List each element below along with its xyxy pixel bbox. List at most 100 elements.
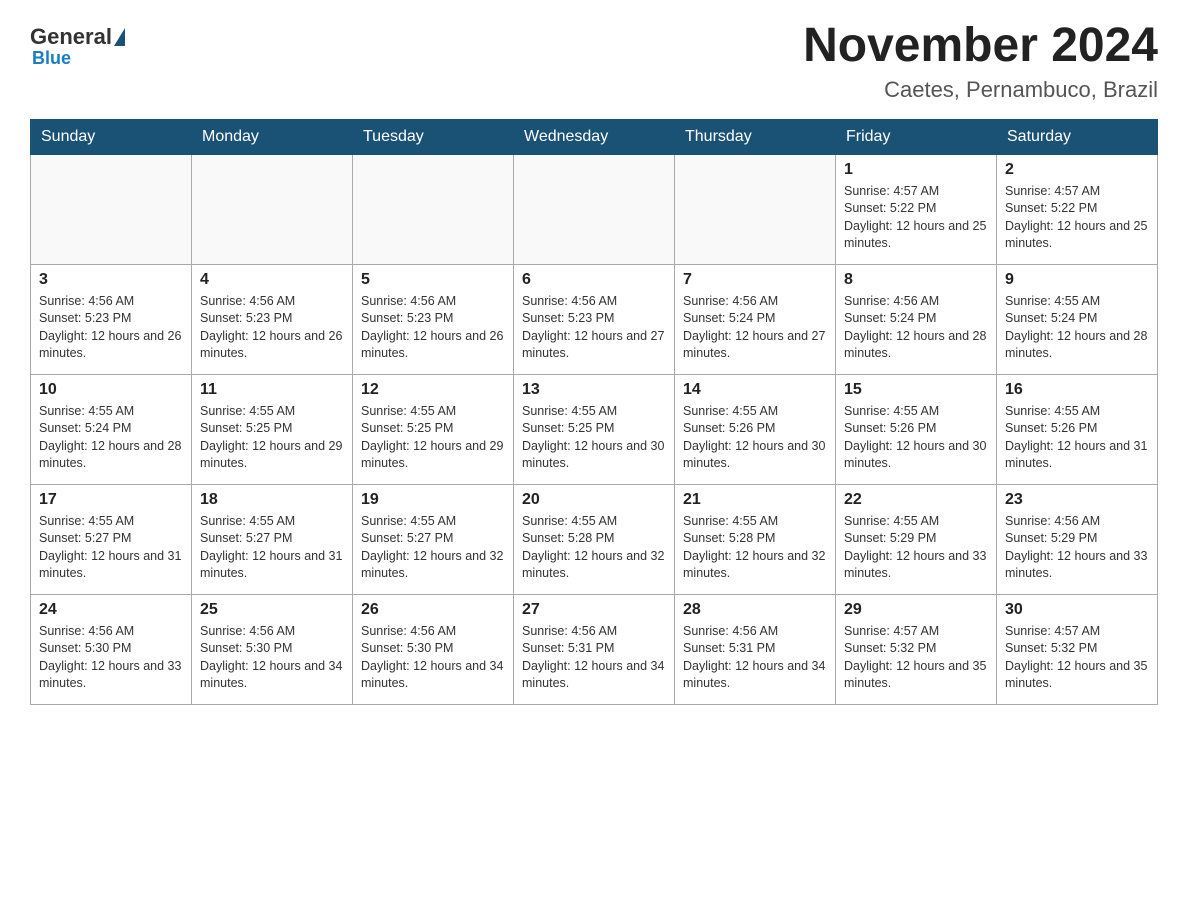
day-info: Sunrise: 4:56 AMSunset: 5:23 PMDaylight:…	[200, 293, 344, 363]
day-number: 22	[844, 491, 988, 509]
calendar-week-row: 24 Sunrise: 4:56 AMSunset: 5:30 PMDayligh…	[31, 594, 1158, 704]
day-info: Sunrise: 4:55 AMSunset: 5:27 PMDaylight:…	[361, 513, 505, 583]
day-info: Sunrise: 4:57 AMSunset: 5:22 PMDaylight:…	[844, 183, 988, 253]
calendar-day-header: Sunday	[31, 119, 192, 154]
day-number: 14	[683, 381, 827, 399]
day-info: Sunrise: 4:55 AMSunset: 5:27 PMDaylight:…	[200, 513, 344, 583]
day-info: Sunrise: 4:55 AMSunset: 5:26 PMDaylight:…	[683, 403, 827, 473]
calendar-day-cell	[675, 154, 836, 264]
page-header: General Blue November 2024 Caetes, Perna…	[30, 20, 1158, 103]
day-number: 17	[39, 491, 183, 509]
calendar-day-cell: 14 Sunrise: 4:55 AMSunset: 5:26 PMDayligh…	[675, 374, 836, 484]
calendar-day-cell: 2 Sunrise: 4:57 AMSunset: 5:22 PMDaylight…	[997, 154, 1158, 264]
day-number: 25	[200, 601, 344, 619]
day-info: Sunrise: 4:55 AMSunset: 5:24 PMDaylight:…	[39, 403, 183, 473]
day-number: 5	[361, 271, 505, 289]
day-info: Sunrise: 4:55 AMSunset: 5:26 PMDaylight:…	[1005, 403, 1149, 473]
calendar-day-cell	[192, 154, 353, 264]
calendar-day-cell: 5 Sunrise: 4:56 AMSunset: 5:23 PMDaylight…	[353, 264, 514, 374]
calendar-day-cell: 27Sunrise: 4:56 AMSunset: 5:31 PMDayligh…	[514, 594, 675, 704]
day-info: Sunrise: 4:56 AMSunset: 5:29 PMDaylight:…	[1005, 513, 1149, 583]
day-number: 20	[522, 491, 666, 509]
calendar-day-cell: 17 Sunrise: 4:55 AMSunset: 5:27 PMDayligh…	[31, 484, 192, 594]
calendar-day-cell: 7Sunrise: 4:56 AMSunset: 5:24 PMDaylight…	[675, 264, 836, 374]
day-info: Sunrise: 4:55 AMSunset: 5:29 PMDaylight:…	[844, 513, 988, 583]
day-info: Sunrise: 4:55 AMSunset: 5:28 PMDaylight:…	[683, 513, 827, 583]
calendar-day-cell: 15 Sunrise: 4:55 AMSunset: 5:26 PMDayligh…	[836, 374, 997, 484]
day-number: 3	[39, 271, 183, 289]
day-info: Sunrise: 4:55 AMSunset: 5:25 PMDaylight:…	[522, 403, 666, 473]
day-info: Sunrise: 4:56 AMSunset: 5:30 PMDaylight:…	[39, 623, 183, 693]
calendar-day-cell: 26 Sunrise: 4:56 AMSunset: 5:30 PMDayligh…	[353, 594, 514, 704]
day-info: Sunrise: 4:55 AMSunset: 5:27 PMDaylight:…	[39, 513, 183, 583]
day-number: 7	[683, 271, 827, 289]
calendar-day-cell: 19 Sunrise: 4:55 AMSunset: 5:27 PMDayligh…	[353, 484, 514, 594]
day-info: Sunrise: 4:57 AMSunset: 5:22 PMDaylight:…	[1005, 183, 1149, 253]
day-number: 15	[844, 381, 988, 399]
calendar-day-cell	[514, 154, 675, 264]
calendar-day-cell: 28Sunrise: 4:56 AMSunset: 5:31 PMDayligh…	[675, 594, 836, 704]
day-info: Sunrise: 4:55 AMSunset: 5:25 PMDaylight:…	[200, 403, 344, 473]
calendar-day-cell: 16 Sunrise: 4:55 AMSunset: 5:26 PMDayligh…	[997, 374, 1158, 484]
logo: General Blue	[30, 20, 127, 69]
calendar-week-row: 1 Sunrise: 4:57 AMSunset: 5:22 PMDaylight…	[31, 154, 1158, 264]
calendar-day-cell: 11Sunrise: 4:55 AMSunset: 5:25 PMDayligh…	[192, 374, 353, 484]
day-number: 12	[361, 381, 505, 399]
calendar-day-cell: 8 Sunrise: 4:56 AMSunset: 5:24 PMDaylight…	[836, 264, 997, 374]
calendar-day-cell: 4Sunrise: 4:56 AMSunset: 5:23 PMDaylight…	[192, 264, 353, 374]
title-section: November 2024 Caetes, Pernambuco, Brazil	[803, 20, 1158, 103]
day-number: 26	[361, 601, 505, 619]
day-info: Sunrise: 4:55 AMSunset: 5:24 PMDaylight:…	[1005, 293, 1149, 363]
day-info: Sunrise: 4:57 AMSunset: 5:32 PMDaylight:…	[1005, 623, 1149, 693]
calendar-day-cell: 21Sunrise: 4:55 AMSunset: 5:28 PMDayligh…	[675, 484, 836, 594]
calendar-day-cell: 13 Sunrise: 4:55 AMSunset: 5:25 PMDayligh…	[514, 374, 675, 484]
calendar-day-cell: 10 Sunrise: 4:55 AMSunset: 5:24 PMDayligh…	[31, 374, 192, 484]
calendar-day-cell	[353, 154, 514, 264]
calendar-day-cell: 9 Sunrise: 4:55 AMSunset: 5:24 PMDaylight…	[997, 264, 1158, 374]
calendar-day-cell: 23 Sunrise: 4:56 AMSunset: 5:29 PMDayligh…	[997, 484, 1158, 594]
logo-triangle-icon	[114, 28, 125, 46]
calendar-day-header: Thursday	[675, 119, 836, 154]
day-info: Sunrise: 4:56 AMSunset: 5:23 PMDaylight:…	[361, 293, 505, 363]
day-info: Sunrise: 4:56 AMSunset: 5:30 PMDaylight:…	[361, 623, 505, 693]
day-info: Sunrise: 4:55 AMSunset: 5:26 PMDaylight:…	[844, 403, 988, 473]
day-info: Sunrise: 4:56 AMSunset: 5:23 PMDaylight:…	[522, 293, 666, 363]
calendar-day-cell: 18Sunrise: 4:55 AMSunset: 5:27 PMDayligh…	[192, 484, 353, 594]
calendar-day-cell: 6Sunrise: 4:56 AMSunset: 5:23 PMDaylight…	[514, 264, 675, 374]
calendar-day-cell: 1 Sunrise: 4:57 AMSunset: 5:22 PMDaylight…	[836, 154, 997, 264]
day-number: 8	[844, 271, 988, 289]
calendar-day-cell: 22 Sunrise: 4:55 AMSunset: 5:29 PMDayligh…	[836, 484, 997, 594]
day-info: Sunrise: 4:55 AMSunset: 5:25 PMDaylight:…	[361, 403, 505, 473]
day-number: 27	[522, 601, 666, 619]
day-info: Sunrise: 4:57 AMSunset: 5:32 PMDaylight:…	[844, 623, 988, 693]
day-number: 10	[39, 381, 183, 399]
month-title: November 2024	[803, 20, 1158, 73]
day-number: 23	[1005, 491, 1149, 509]
day-number: 1	[844, 161, 988, 179]
logo-general: General	[30, 24, 112, 50]
day-number: 19	[361, 491, 505, 509]
calendar-day-cell: 25Sunrise: 4:56 AMSunset: 5:30 PMDayligh…	[192, 594, 353, 704]
day-info: Sunrise: 4:55 AMSunset: 5:28 PMDaylight:…	[522, 513, 666, 583]
day-number: 29	[844, 601, 988, 619]
day-number: 24	[39, 601, 183, 619]
calendar-day-header: Friday	[836, 119, 997, 154]
calendar-day-header: Monday	[192, 119, 353, 154]
calendar-day-cell: 30 Sunrise: 4:57 AMSunset: 5:32 PMDayligh…	[997, 594, 1158, 704]
logo-blue: Blue	[32, 48, 71, 69]
calendar-day-header: Saturday	[997, 119, 1158, 154]
day-number: 30	[1005, 601, 1149, 619]
calendar-day-header: Wednesday	[514, 119, 675, 154]
day-info: Sunrise: 4:56 AMSunset: 5:31 PMDaylight:…	[683, 623, 827, 693]
calendar-week-row: 10 Sunrise: 4:55 AMSunset: 5:24 PMDayligh…	[31, 374, 1158, 484]
day-info: Sunrise: 4:56 AMSunset: 5:23 PMDaylight:…	[39, 293, 183, 363]
calendar-day-cell: 29 Sunrise: 4:57 AMSunset: 5:32 PMDayligh…	[836, 594, 997, 704]
day-info: Sunrise: 4:56 AMSunset: 5:24 PMDaylight:…	[844, 293, 988, 363]
calendar-day-cell	[31, 154, 192, 264]
day-number: 9	[1005, 271, 1149, 289]
day-number: 13	[522, 381, 666, 399]
day-number: 2	[1005, 161, 1149, 179]
calendar-day-cell: 20 Sunrise: 4:55 AMSunset: 5:28 PMDayligh…	[514, 484, 675, 594]
calendar-header-row: SundayMondayTuesdayWednesdayThursdayFrid…	[31, 119, 1158, 154]
day-number: 16	[1005, 381, 1149, 399]
